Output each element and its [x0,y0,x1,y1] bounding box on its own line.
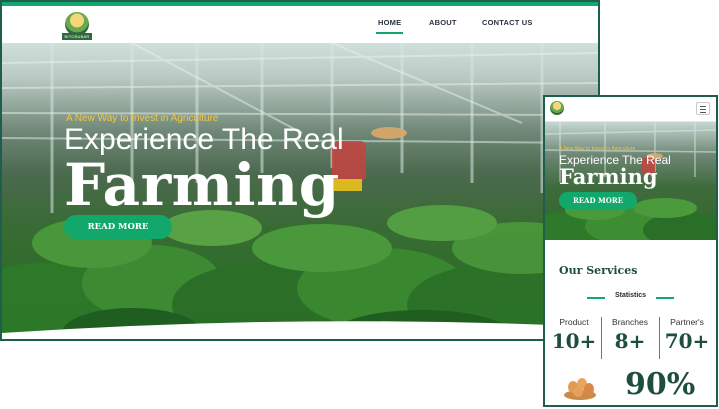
logo-text: BITCRUBAR [62,33,92,40]
mobile-navbar [545,97,716,122]
stat-product: Product 10+ [549,317,599,353]
stat-label: Branches [612,317,648,327]
stat-divider [659,317,660,359]
mobile-read-more-button[interactable]: READ MORE [559,192,637,209]
mobile-logo[interactable] [550,101,564,115]
statistics-header: Statistics [545,292,716,304]
hero-heading-farming: Farming [64,151,340,219]
hero-section: A New Way to Invest in Agriculture Exper… [2,43,598,339]
eggs-basket-icon [564,378,596,400]
nav-about[interactable]: ABOUT [429,18,457,27]
nav-home[interactable]: HOME [375,18,404,34]
stat-value: 10+ [551,329,597,353]
services-title: Our Services [559,264,638,277]
stat-value: 70+ [664,329,710,353]
stat-label: Partner's [670,317,704,327]
stat-partners: Partner's 70+ [662,317,712,353]
desktop-mockup: BITCRUBAR HOME ABOUT CONTACT US A New Wa… [0,0,600,341]
mobile-mockup: A New Way to Invest in Agriculture Exper… [543,95,718,407]
statistics-label: Statistics [614,292,647,299]
stat-label: Product [559,317,589,327]
percentage-value: 90% [625,367,696,402]
stat-divider [601,317,602,359]
stat-value: 8+ [614,329,646,353]
mobile-hero-section: A New Way to Invest in Agriculture Exper… [545,122,716,240]
nav-contact-us[interactable]: CONTACT US [482,18,533,27]
hamburger-icon[interactable] [696,102,710,115]
statistics-line-right [656,297,674,299]
read-more-button[interactable]: READ MORE [64,215,172,239]
site-logo[interactable]: BITCRUBAR [62,12,92,40]
mobile-hero-tagline: A New Way to Invest in Agriculture [559,146,636,152]
desktop-navbar: BITCRUBAR HOME ABOUT CONTACT US [2,6,598,43]
mobile-hero-heading-farming: Farming [559,164,658,189]
stat-branches: Branches 8+ [605,317,655,353]
